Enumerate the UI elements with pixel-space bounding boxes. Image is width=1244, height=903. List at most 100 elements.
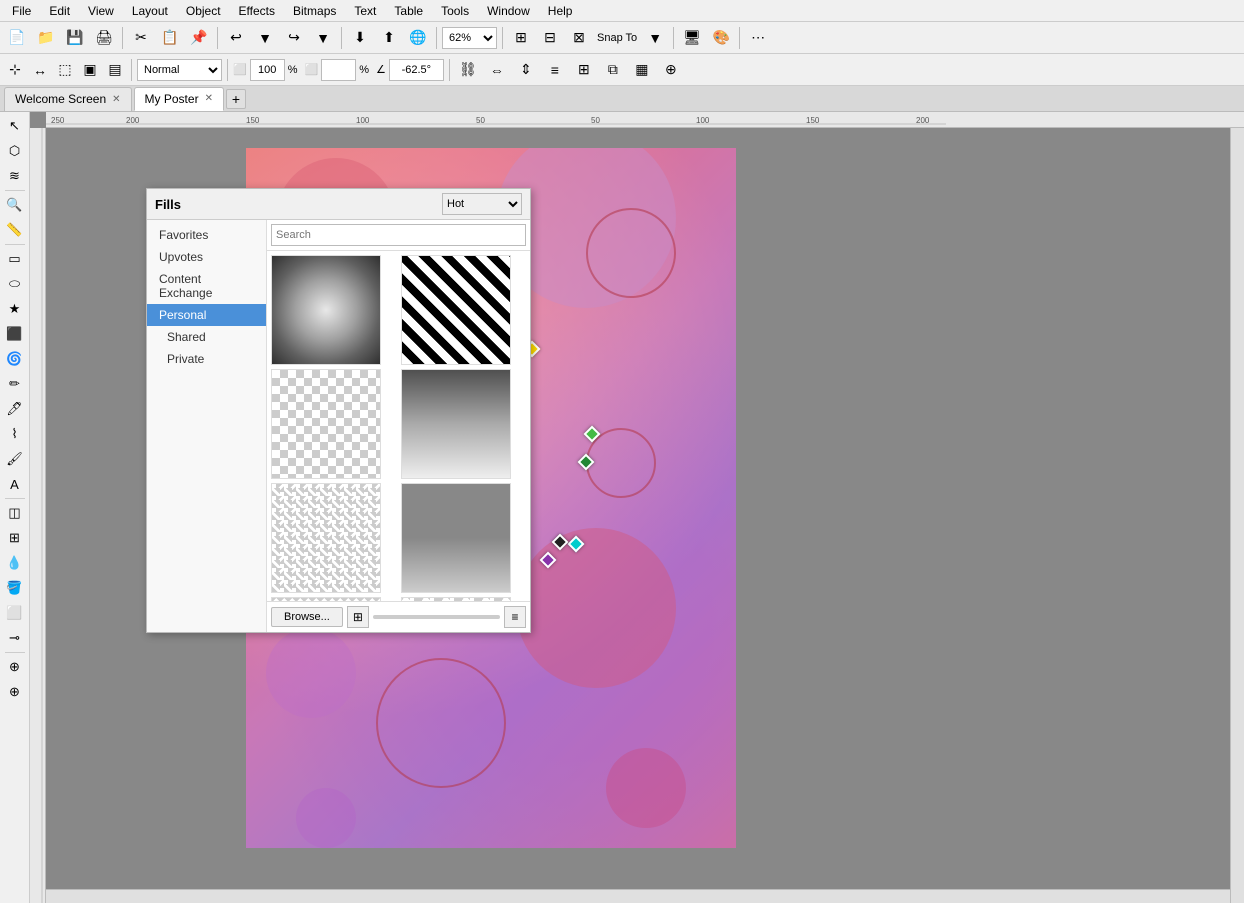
zoom-tool[interactable]: 🔍 [3,193,27,217]
select-tool[interactable]: ↖ [3,114,27,138]
fills-browse-button[interactable]: Browse... [271,607,343,627]
scrollbar-vertical[interactable] [1230,128,1244,903]
new-button[interactable]: 📄 [4,25,30,51]
fills-nav-upvotes[interactable]: Upvotes [147,246,266,268]
mesh-tool[interactable]: ⊞ [3,526,27,550]
fill-input[interactable] [321,59,356,81]
menu-view[interactable]: View [80,2,122,20]
angle-input[interactable] [389,59,444,81]
group2-btn[interactable]: ▦ [629,57,655,83]
snap-grid-btn[interactable]: ⊟ [537,25,563,51]
fills-nav-shared[interactable]: Shared [147,326,266,348]
fills-nav-favorites[interactable]: Favorites [147,224,266,246]
tab-poster-close[interactable]: ✕ [205,93,213,104]
fills-nav-private[interactable]: Private [147,348,266,370]
new-tab-button[interactable]: + [226,89,246,109]
open-button[interactable]: 📁 [33,25,59,51]
text-tool[interactable]: A [3,472,27,496]
menu-edit[interactable]: Edit [41,2,78,20]
ellipse-tool[interactable]: ⬭ [3,272,27,296]
tab-welcome-close[interactable]: ✕ [112,94,120,105]
menu-effects[interactable]: Effects [231,2,283,20]
eraser-tool[interactable]: ⬜ [3,601,27,625]
paint-tool[interactable]: 🖌 [3,447,27,471]
undo-button[interactable]: ↩ [223,25,249,51]
fill-tool[interactable]: 🪣 [3,576,27,600]
fill-item-checker2[interactable] [271,483,381,593]
import-button[interactable]: ⬇ [347,25,373,51]
fills-nav-personal[interactable]: Personal [147,304,266,326]
menu-bitmaps[interactable]: Bitmaps [285,2,344,20]
fills-search-input[interactable] [271,224,526,246]
fills-size-slider[interactable] [373,615,500,619]
fills-nav-content-exchange[interactable]: Content Exchange [147,268,266,304]
symbol-tool[interactable]: ⊕ [3,655,27,679]
export-button[interactable]: ⬆ [376,25,402,51]
canvas[interactable]: Fills HotTop RatedNew Favorites Upvotes … [46,128,1244,903]
bezier-tool[interactable]: ⌇ [3,422,27,446]
scrollbar-horizontal[interactable] [46,889,1230,903]
fill-item-soft-gray[interactable] [401,483,511,593]
undo-arrow[interactable]: ▼ [252,25,278,51]
lock-ratio-btn[interactable]: ⛓ [455,57,481,83]
zoom-select[interactable]: 62%100%50% [442,27,497,49]
connector-tool[interactable]: ⊸ [3,626,27,650]
zoom2-tool[interactable]: ⊕ [3,680,27,704]
more2-btn[interactable]: ⊕ [658,57,684,83]
canvas-container[interactable]: 250 200 150 100 50 50 100 150 200 [30,112,1244,903]
menu-tools[interactable]: Tools [433,2,477,20]
pencil-tool[interactable]: ✏ [3,372,27,396]
align-btn[interactable]: ≡ [542,57,568,83]
menu-text[interactable]: Text [346,2,384,20]
menu-help[interactable]: Help [540,2,581,20]
flip-v-btn[interactable]: ⇕ [513,57,539,83]
pen-tool[interactable]: 🖊 [3,397,27,421]
group-btn[interactable]: ▣ [79,59,101,81]
menu-layout[interactable]: Layout [124,2,176,20]
fill-item-checker4[interactable] [401,597,511,601]
node-tool[interactable]: ⬡ [3,139,27,163]
tab-welcome[interactable]: Welcome Screen ✕ [4,87,132,111]
menu-object[interactable]: Object [178,2,229,20]
order-btn[interactable]: ⧉ [600,57,626,83]
position-btn[interactable]: ↔ [29,59,51,81]
transform-btn[interactable]: ⊹ [4,59,26,81]
measure-tool[interactable]: 📏 [3,218,27,242]
snap-btn[interactable]: ⊞ [508,25,534,51]
flip-h-btn[interactable]: ⇔ [484,57,510,83]
fill-item-gray-gradient[interactable] [401,369,511,479]
snap-to-btn[interactable]: ▼ [642,25,668,51]
fills-category-select[interactable]: HotTop RatedNew [442,193,522,215]
fill-item-checker1[interactable] [271,369,381,479]
dist-btn[interactable]: ⊞ [571,57,597,83]
publish-button[interactable]: 🌐 [405,25,431,51]
rect-tool[interactable]: ▭ [3,247,27,271]
fills-list-view-btn[interactable]: ≡ [504,606,526,628]
ungroup-btn[interactable]: ▤ [104,59,126,81]
color-btn[interactable]: 🎨 [708,25,734,51]
cut-button[interactable]: ✂ [128,25,154,51]
tab-poster[interactable]: My Poster ✕ [134,87,224,111]
redo-arrow[interactable]: ▼ [310,25,336,51]
opacity-input[interactable] [250,59,285,81]
spiral-tool[interactable]: 🌀 [3,347,27,371]
fill-item-radial-silver[interactable] [271,255,381,365]
save-button[interactable]: 💾 [62,25,88,51]
more-btn[interactable]: ⋯ [745,25,771,51]
copy-button[interactable]: 📋 [157,25,183,51]
menu-table[interactable]: Table [386,2,431,20]
snap-guide-btn[interactable]: ⊠ [566,25,592,51]
redo-button[interactable]: ↪ [281,25,307,51]
tweak-tool[interactable]: ≋ [3,164,27,188]
save-as-button[interactable]: 🖨 [91,25,117,51]
paste-button[interactable]: 📌 [186,25,212,51]
view-btn[interactable]: 🖥 [679,25,705,51]
3d-box-tool[interactable]: ⬛ [3,322,27,346]
menu-file[interactable]: File [4,2,39,20]
star-tool[interactable]: ★ [3,297,27,321]
select-btn[interactable]: ⬚ [54,59,76,81]
fill-item-diagonal-stripes[interactable] [401,255,511,365]
fills-grid-view-btn[interactable]: ⊞ [347,606,369,628]
blend-mode-select[interactable]: NormalMultiplyScreen [137,59,222,81]
dropper-tool[interactable]: 💧 [3,551,27,575]
